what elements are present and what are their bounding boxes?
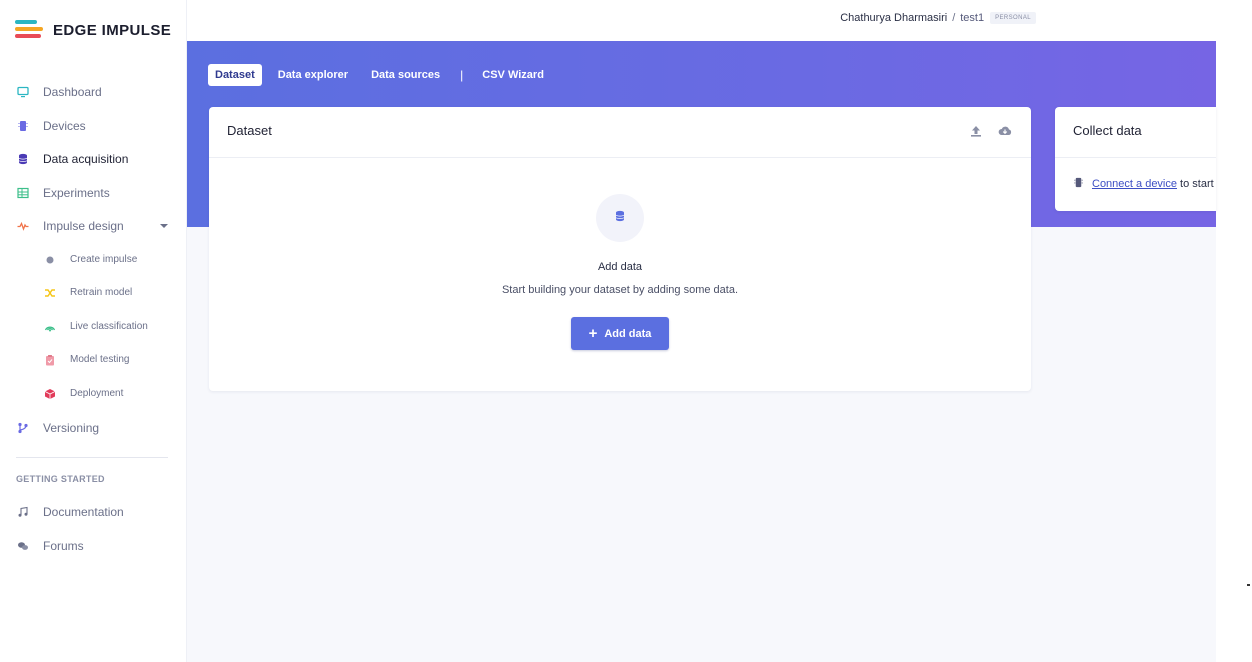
database-icon — [614, 209, 626, 227]
project-name[interactable]: test1 — [960, 12, 984, 24]
connect-device-line: Connect a device to start — [1073, 177, 1214, 191]
sidebar-item-versioning[interactable]: Versioning — [0, 417, 186, 439]
sidebar-item-documentation[interactable]: Documentation — [0, 501, 186, 523]
user-project-breadcrumb[interactable]: Chathurya Dharmasiri / test1 PERSONAL — [840, 12, 1036, 24]
sidebar-item-label: Model testing — [70, 354, 130, 365]
sidebar-item-label: Devices — [43, 119, 86, 133]
empty-state-title: Add data — [597, 261, 643, 273]
tab-data-sources[interactable]: Data sources — [364, 64, 447, 86]
brand-name: EDGE IMPULSE — [53, 21, 172, 39]
edge-mark — [1247, 584, 1250, 586]
database-icon — [16, 152, 30, 166]
sidebar-item-label: Impulse design — [43, 219, 124, 233]
sidebar-item-label: Live classification — [70, 321, 148, 332]
empty-state-subtitle: Start building your dataset by adding so… — [501, 284, 739, 296]
tab-csv-wizard[interactable]: CSV Wizard — [475, 64, 551, 86]
sidebar-item-deployment[interactable]: Deployment — [0, 383, 186, 405]
dataset-card-header: Dataset — [209, 107, 1031, 158]
sidebar-divider — [16, 457, 168, 458]
clipboard-icon — [43, 353, 57, 367]
chip-icon — [16, 119, 30, 133]
tab-data-explorer[interactable]: Data explorer — [271, 64, 355, 86]
add-data-label: Add data — [604, 327, 652, 340]
sidebar-item-experiments[interactable]: Experiments — [0, 182, 186, 204]
logo[interactable]: EDGE IMPULSE — [15, 19, 171, 41]
top-bar: Chathurya Dharmasiri / test1 PERSONAL — [187, 0, 1216, 41]
sidebar-item-label: Dashboard — [43, 85, 102, 99]
tab-dataset[interactable]: Dataset — [208, 64, 262, 86]
music-book-icon — [16, 505, 30, 519]
branch-icon — [16, 421, 30, 435]
sidebar-item-model-testing[interactable]: Model testing — [0, 349, 186, 371]
sidebar-item-label: Create impulse — [70, 254, 138, 265]
sidebar: EDGE IMPULSE Dashboard Devices Data acqu… — [0, 0, 187, 662]
sidebar-item-label: Retrain model — [70, 287, 133, 298]
user-name[interactable]: Chathurya Dharmasiri — [840, 12, 947, 24]
chip-icon — [1073, 177, 1084, 191]
collect-data-card: Collect data Connect a device to start — [1055, 107, 1216, 211]
sidebar-item-label: Forums — [43, 539, 84, 553]
sidebar-item-retrain-model[interactable]: Retrain model — [0, 282, 186, 304]
upload-icon[interactable] — [969, 124, 983, 138]
cube-icon — [43, 387, 57, 401]
empty-state-badge — [596, 194, 644, 242]
sidebar-item-devices[interactable]: Devices — [0, 115, 186, 137]
monitor-icon — [16, 85, 30, 99]
sidebar-item-create-impulse[interactable]: Create impulse — [0, 249, 186, 271]
pulse-icon — [16, 219, 30, 233]
collect-card-header: Collect data — [1055, 107, 1216, 158]
personal-badge: PERSONAL — [990, 12, 1036, 24]
sidebar-item-impulse-design[interactable]: Impulse design — [0, 215, 186, 237]
chat-icon — [16, 539, 30, 553]
collect-card-title: Collect data — [1073, 123, 1142, 138]
sidebar-item-forums[interactable]: Forums — [0, 535, 186, 557]
table-icon — [16, 186, 30, 200]
sidebar-item-live-classification[interactable]: Live classification — [0, 316, 186, 338]
breadcrumb-separator: / — [952, 12, 956, 24]
sidebar-item-label: Documentation — [43, 505, 124, 519]
dataset-card: Dataset Add data Start building your dat… — [209, 107, 1031, 391]
dataset-card-title: Dataset — [227, 123, 272, 138]
plus-icon: + — [588, 325, 598, 342]
add-data-button[interactable]: + Add data — [571, 317, 669, 350]
data-acquisition-tabs: Dataset Data explorer Data sources | CSV… — [208, 64, 560, 86]
connect-device-link[interactable]: Connect a device — [1092, 178, 1177, 190]
sidebar-item-label: Deployment — [70, 388, 124, 399]
signal-icon — [43, 320, 57, 334]
sidebar-item-label: Experiments — [43, 186, 110, 200]
sidebar-item-label: Versioning — [43, 421, 100, 435]
tab-divider: | — [460, 68, 464, 82]
sidebar-item-dashboard[interactable]: Dashboard — [0, 81, 186, 103]
dot-icon — [43, 253, 57, 267]
shuffle-icon — [43, 286, 57, 300]
chevron-down-icon[interactable] — [160, 224, 168, 228]
cloud-download-icon[interactable] — [998, 124, 1012, 138]
sidebar-item-label: Data acquisition — [43, 152, 129, 166]
connect-device-suffix: to start — [1177, 178, 1214, 190]
getting-started-heading: GETTING STARTED — [16, 474, 105, 484]
edge-impulse-logo-icon — [15, 20, 43, 40]
sidebar-item-data-acquisition[interactable]: Data acquisition — [0, 148, 186, 170]
